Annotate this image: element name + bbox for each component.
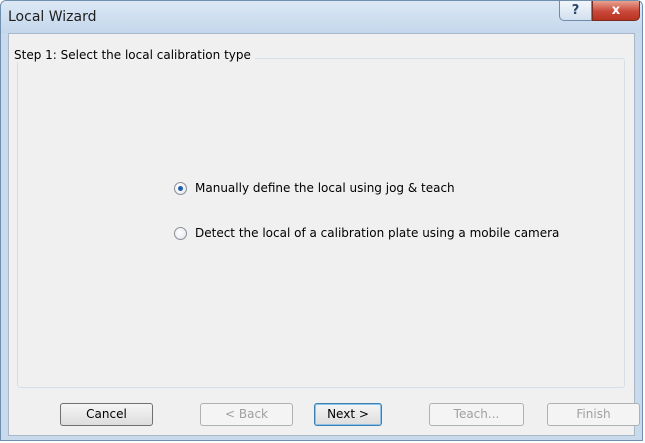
- option-mobile-camera-detect[interactable]: Detect the local of a calibration plate …: [174, 226, 559, 240]
- radio-unselected-icon[interactable]: [174, 226, 187, 240]
- next-button[interactable]: Next >: [314, 403, 382, 426]
- back-button[interactable]: < Back: [200, 403, 293, 426]
- help-button[interactable]: ?: [559, 1, 592, 21]
- close-icon: x: [611, 3, 621, 18]
- teach-button[interactable]: Teach...: [429, 403, 524, 426]
- step-group-box: [17, 58, 625, 388]
- window-title: Local Wizard: [8, 9, 97, 25]
- finish-button[interactable]: Finish: [547, 403, 640, 426]
- option-manual-jog-teach[interactable]: Manually define the local using jog & te…: [174, 181, 455, 195]
- dialog-body: Step 1: Select the local calibration typ…: [8, 33, 640, 436]
- local-wizard-window: Local Wizard ? x Step 1: Select the loca…: [0, 0, 643, 441]
- cancel-button[interactable]: Cancel: [60, 403, 153, 426]
- radio-selected-icon[interactable]: [174, 181, 187, 195]
- step-caption: Step 1: Select the local calibration typ…: [14, 48, 255, 62]
- question-mark-icon: ?: [571, 3, 580, 18]
- option-label: Detect the local of a calibration plate …: [195, 226, 560, 240]
- option-label: Manually define the local using jog & te…: [195, 181, 455, 195]
- close-button[interactable]: x: [592, 1, 640, 21]
- title-bar[interactable]: Local Wizard ? x: [1, 1, 642, 33]
